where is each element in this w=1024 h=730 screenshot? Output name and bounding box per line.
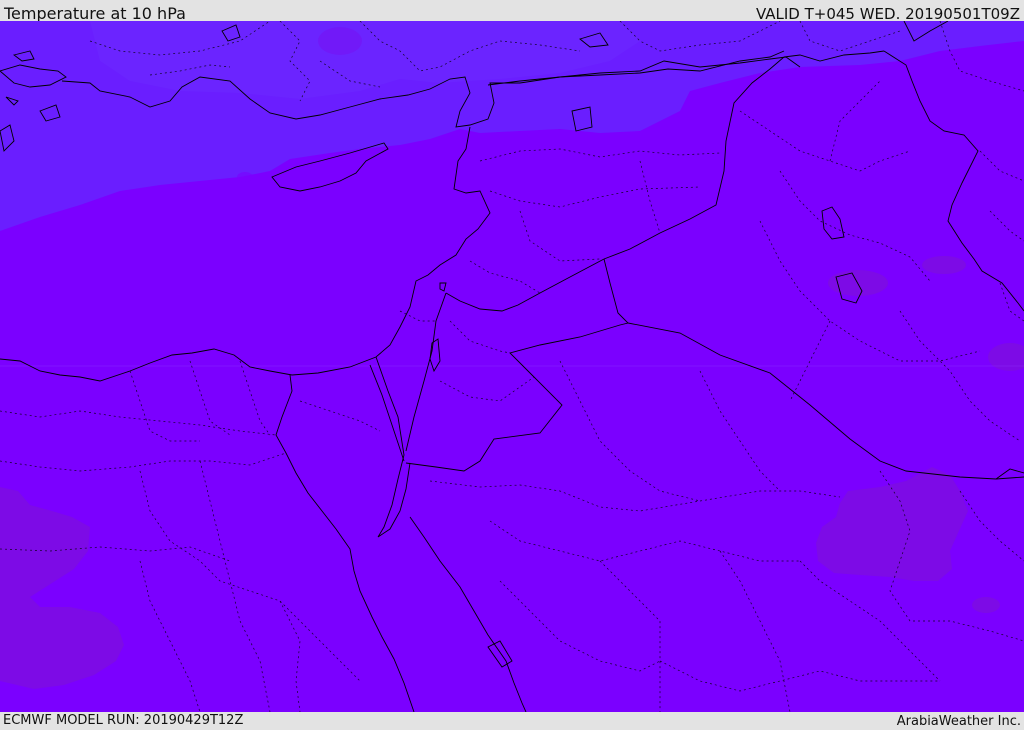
temperature-field-warm-spot-4 bbox=[972, 597, 1000, 613]
model-run-label: ECMWF MODEL RUN: 20190429T12Z bbox=[3, 713, 244, 728]
weather-map[interactable] bbox=[0, 21, 1024, 712]
credit-label: ArabiaWeather Inc. bbox=[896, 714, 1021, 729]
map-canvas bbox=[0, 21, 1024, 712]
header-bar: Temperature at 10 hPa VALID T+045 WED. 2… bbox=[0, 0, 1024, 23]
temperature-field-cool-spot bbox=[318, 27, 362, 55]
temperature-field-cool-spot-2 bbox=[237, 172, 253, 182]
footer-bar: ECMWF MODEL RUN: 20190429T12Z ArabiaWeat… bbox=[0, 712, 1024, 729]
temperature-field-warm-spot-2 bbox=[922, 256, 966, 274]
